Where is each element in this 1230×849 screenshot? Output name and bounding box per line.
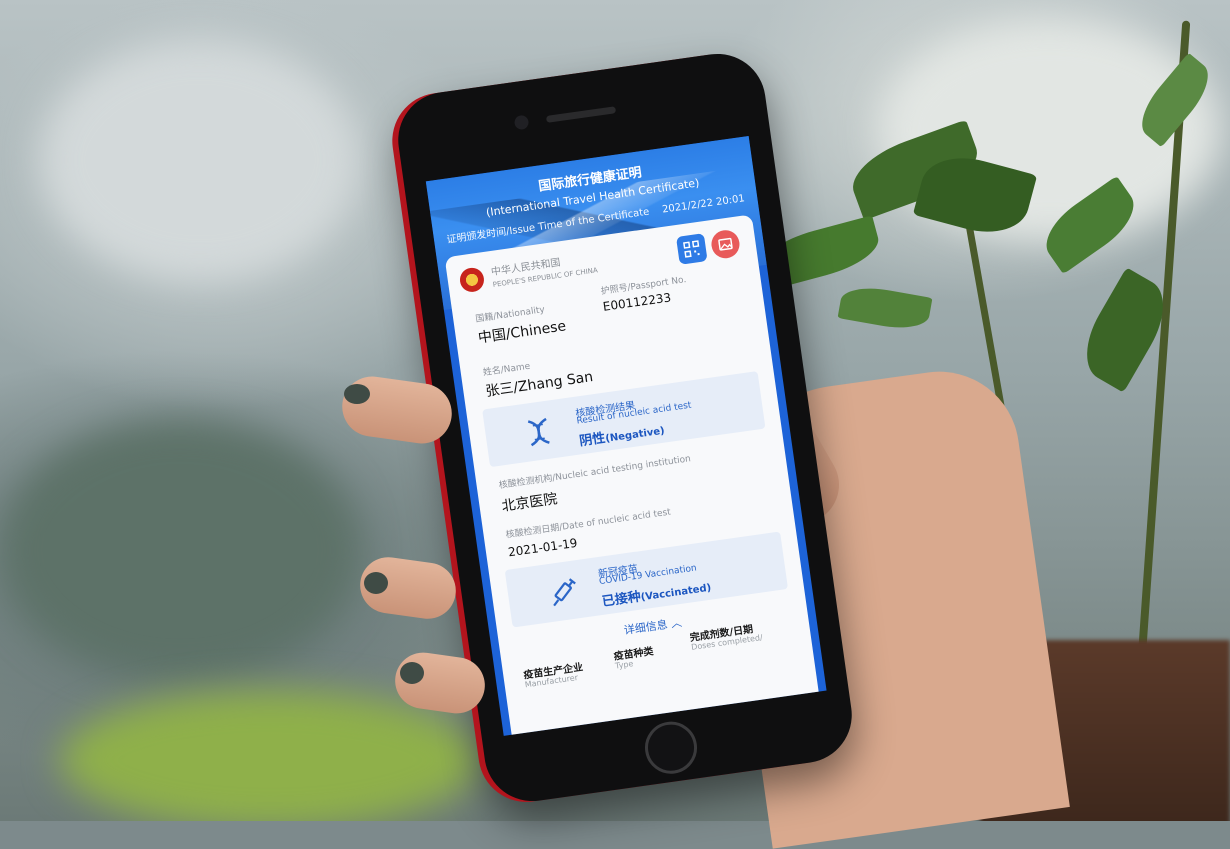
finger-nail	[364, 572, 388, 594]
foreground-plant-blur	[60, 690, 480, 821]
nucleic-result-value-cn: 阴性	[578, 430, 607, 450]
plant-leaf	[837, 282, 933, 334]
test-date-value: 2021-01-19	[507, 535, 579, 560]
column-type-en: Type	[614, 659, 634, 671]
dna-icon	[527, 417, 550, 447]
column-type: 疫苗种类	[613, 646, 655, 663]
syringe-icon	[553, 578, 576, 607]
foliage-blur	[0, 420, 360, 680]
institution-value: 北京医院	[500, 491, 559, 515]
country-name: 中华人民共和国 PEOPLE'S REPUBLIC OF CHINA	[490, 252, 598, 290]
nucleic-result-value-en: (Negative)	[604, 425, 666, 445]
qr-code-button[interactable]	[675, 233, 708, 265]
qr-code-icon	[683, 240, 700, 258]
picture-button[interactable]	[709, 228, 742, 261]
window-light-blur	[40, 40, 360, 280]
vaccination-value-en: (Vaccinated)	[640, 582, 712, 604]
picture-icon	[718, 237, 733, 251]
finger-nail	[400, 662, 424, 684]
finger-nail	[344, 384, 370, 404]
vaccination-value-cn: 已接种	[601, 589, 642, 610]
certificate-card: 中华人民共和国 PEOPLE'S REPUBLIC OF CHINA 国籍/Na…	[444, 214, 824, 736]
national-emblem-icon	[458, 266, 486, 294]
